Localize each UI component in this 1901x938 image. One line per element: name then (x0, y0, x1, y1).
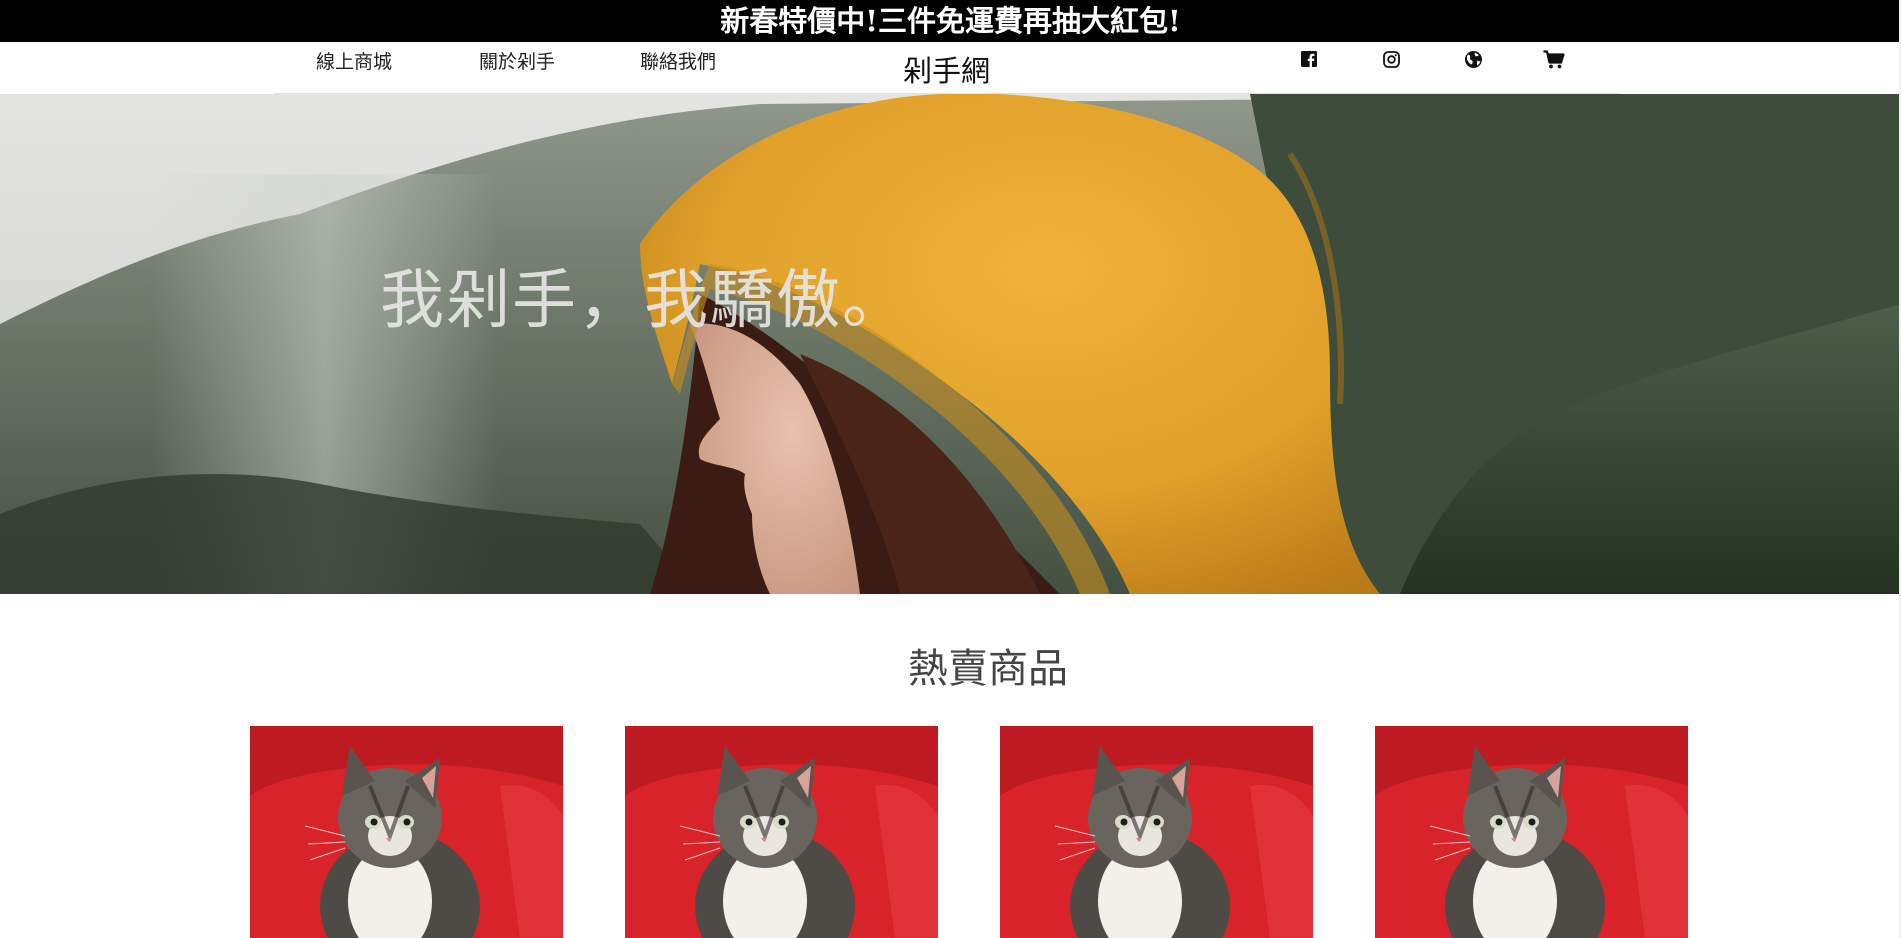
facebook-icon[interactable] (1298, 48, 1320, 70)
hero-title: 我剁手，我驕傲。 (380, 264, 908, 338)
product-card[interactable] (625, 726, 938, 938)
nav-link-shop[interactable]: 線上商城 (316, 47, 392, 74)
main-navbar: 線上商城 關於剁手 聯絡我們 剁手網 (0, 42, 1901, 94)
instagram-icon[interactable] (1380, 48, 1402, 70)
product-card[interactable] (1375, 726, 1688, 938)
nav-link-contact[interactable]: 聯絡我們 (640, 47, 716, 74)
product-card[interactable] (1000, 726, 1313, 938)
brand-logo-text[interactable]: 剁手網 (903, 48, 990, 90)
cart-icon[interactable] (1543, 48, 1565, 70)
nav-link-about[interactable]: 關於剁手 (479, 47, 555, 74)
globe-icon[interactable] (1462, 48, 1484, 70)
product-card[interactable] (250, 726, 563, 938)
kitten-photo (1000, 726, 1313, 938)
hero-banner: 我剁手，我驕傲。 (0, 94, 1901, 594)
kitten-photo (1375, 726, 1688, 938)
kitten-photo (625, 726, 938, 938)
kitten-photo (250, 726, 563, 938)
hot-products-title: 熱賣商品 (908, 646, 1068, 692)
promo-banner: 新春特價中!三件免運費再抽大紅包! (0, 0, 1901, 42)
hero-photo (0, 94, 1901, 594)
